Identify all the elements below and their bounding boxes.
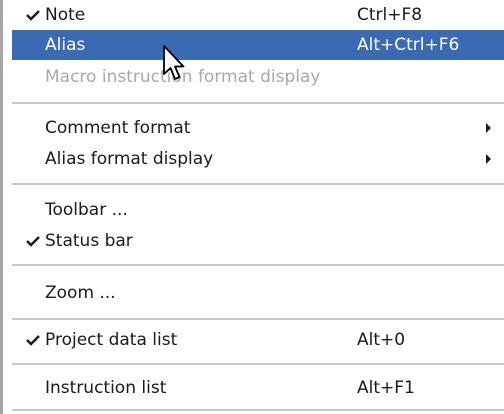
mouse-pointer-icon: [163, 45, 185, 80]
menu-item-label: Instruction list: [45, 378, 167, 398]
submenu-arrow-icon: [486, 123, 491, 133]
menu-item-project-data-list[interactable]: Project data list Alt+0: [12, 325, 504, 355]
menu-item-note[interactable]: Note Ctrl+F8: [12, 0, 504, 30]
menu-item-zoom[interactable]: Zoom ...: [12, 278, 504, 308]
check-icon: [26, 325, 40, 355]
menu-item-comment-format[interactable]: Comment format: [12, 113, 504, 143]
menu-separator: [12, 318, 504, 320]
menu-separator: [12, 409, 504, 411]
menu-item-macro-instruction-format-display: Macro instruction format display: [12, 62, 504, 92]
menu-item-alias-format-display[interactable]: Alias format display: [12, 144, 504, 174]
check-icon: [26, 0, 40, 30]
menu-separator: [12, 363, 504, 365]
menu-left-edge: [0, 0, 3, 414]
menu-item-label: Note: [45, 5, 86, 25]
menu-item-label: Comment format: [45, 118, 191, 138]
submenu-arrow-icon: [486, 154, 491, 164]
menu-item-shortcut: Alt+F1: [357, 378, 415, 398]
menu-item-shortcut: Ctrl+F8: [357, 5, 423, 25]
menu-item-label: Status bar: [45, 231, 133, 251]
menu-item-instruction-list[interactable]: Instruction list Alt+F1: [12, 373, 504, 403]
menu-separator: [12, 102, 504, 104]
menu-separator: [12, 264, 504, 266]
menu-item-label: Alias: [45, 35, 86, 55]
menu-item-label: Project data list: [45, 330, 178, 350]
view-menu: Note Ctrl+F8 Alias Alt+Ctrl+F6 Macro ins…: [0, 0, 504, 414]
check-icon: [26, 226, 40, 256]
menu-item-shortcut: Alt+0: [357, 330, 406, 350]
menu-separator: [12, 183, 504, 185]
menu-item-shortcut: Alt+Ctrl+F6: [357, 35, 460, 55]
menu-item-alias[interactable]: Alias Alt+Ctrl+F6: [12, 30, 504, 60]
menu-item-label: Alias format display: [45, 149, 214, 169]
menu-item-label: Toolbar ...: [45, 200, 128, 220]
menu-item-status-bar[interactable]: Status bar: [12, 226, 504, 256]
menu-item-toolbar[interactable]: Toolbar ...: [12, 195, 504, 225]
menu-item-label: Zoom ...: [45, 283, 116, 303]
